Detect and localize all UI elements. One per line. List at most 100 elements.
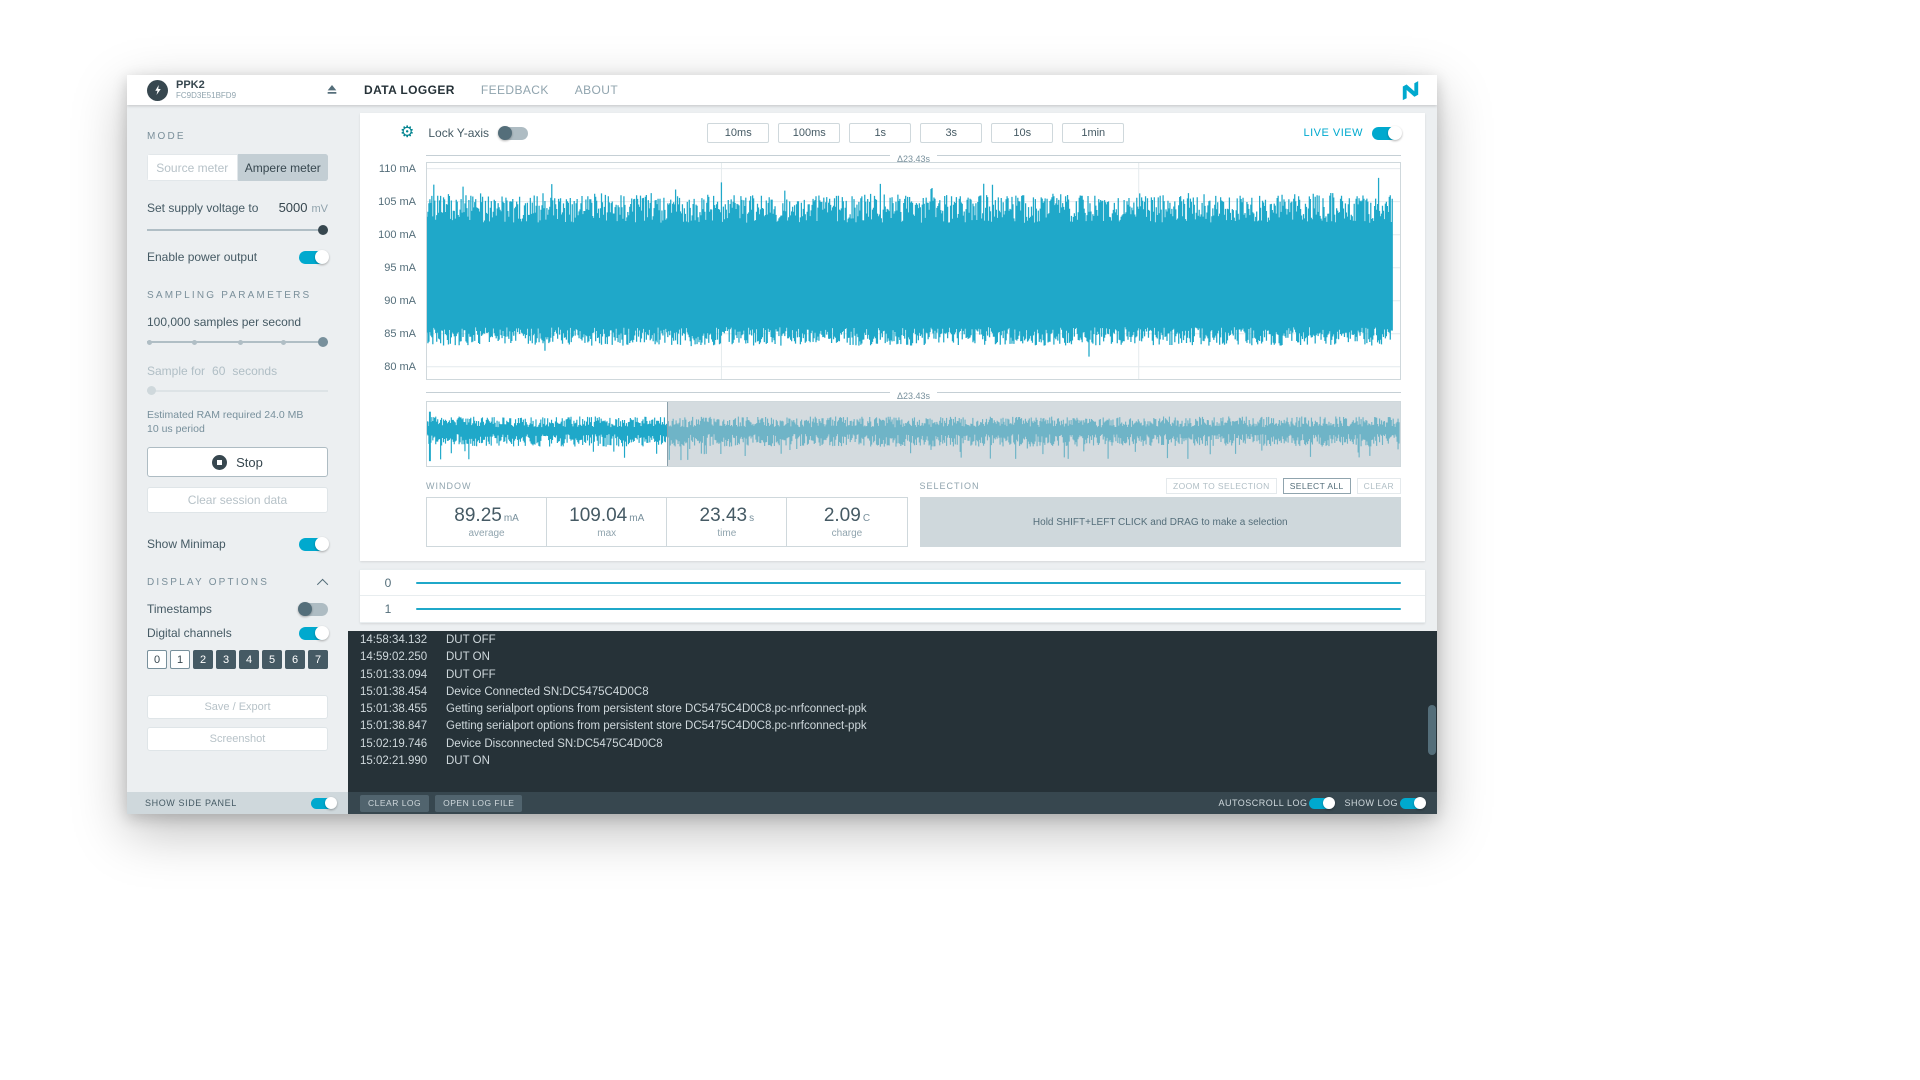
meter-mode-group: Source meter Ampere meter [147, 154, 328, 181]
channel-toggle[interactable]: 2 [193, 650, 213, 669]
window-stats: 89.25mA average 109.04mA max 2 [426, 497, 908, 547]
minimap-selection-overlay[interactable] [667, 402, 1400, 466]
display-options-heading: DISPLAY OPTIONS [147, 577, 328, 588]
enable-power-toggle[interactable] [299, 251, 328, 264]
digital-channel-row: 1 [360, 596, 1425, 623]
log-entry: 14:58:34.132DUT OFF [360, 632, 1417, 649]
window-delta-label: Δ23.43s [426, 149, 1401, 162]
channel-toggle[interactable]: 6 [285, 650, 305, 669]
y-axis-tick-label: 100 mA [378, 229, 416, 241]
lock-y-axis-label: Lock Y-axis [428, 126, 489, 140]
stop-button[interactable]: Stop [147, 447, 328, 477]
lock-y-axis-toggle[interactable] [499, 127, 528, 140]
mode-heading: MODE [147, 131, 328, 142]
minimap[interactable] [426, 401, 1401, 467]
open-log-file-button[interactable]: OPEN LOG FILE [435, 795, 522, 812]
time-range-button[interactable]: 100ms [778, 123, 840, 143]
selection-action-button[interactable]: CLEAR [1357, 478, 1401, 494]
channel-toggle[interactable]: 4 [239, 650, 259, 669]
current-chart-svg [426, 162, 1401, 380]
nav-tab[interactable]: FEEDBACK [481, 83, 549, 97]
y-axis-tick-label: 85 mA [384, 328, 416, 340]
screenshot-button[interactable]: Screenshot [147, 727, 328, 751]
log-timestamp: 15:01:38.455 [360, 701, 446, 718]
clear-session-button[interactable]: Clear session data [147, 487, 328, 513]
device-serial: FC9D3E51BFD9 [176, 92, 324, 100]
channel-toggle[interactable]: 0 [147, 650, 167, 669]
stat-cell: 109.04mA max [546, 498, 666, 546]
source-meter-button[interactable]: Source meter [147, 154, 238, 181]
slider-handle[interactable] [318, 225, 328, 235]
log-message: Getting serialport options from persiste… [446, 720, 867, 732]
show-side-panel-label: SHOW SIDE PANEL [145, 798, 237, 808]
selection-action-button[interactable]: SELECT ALL [1283, 478, 1351, 494]
stat-value-row: 109.04mA [569, 505, 644, 527]
stat-cell: 89.25mA average [427, 498, 546, 546]
timestamps-toggle[interactable] [299, 603, 328, 616]
clear-log-button[interactable]: CLEAR LOG [360, 795, 429, 812]
ram-required-note: Estimated RAM required 24.0 MB [147, 409, 328, 421]
digital-channels-toggle[interactable] [299, 627, 328, 640]
window-stats-column: WINDOW 89.25mA average 109.04mA [426, 479, 908, 547]
channel-toggle[interactable]: 5 [262, 650, 282, 669]
live-view-toggle[interactable] [1372, 127, 1401, 140]
live-view-label: LIVE VIEW [1303, 127, 1363, 139]
supply-voltage-value[interactable]: 5000 [279, 200, 308, 215]
log-scrollbar[interactable] [1428, 705, 1436, 755]
selection-action-button[interactable]: ZOOM TO SELECTION [1166, 478, 1277, 494]
time-range-button[interactable]: 10ms [707, 123, 769, 143]
time-range-button[interactable]: 1s [849, 123, 911, 143]
channel-toggle[interactable]: 3 [216, 650, 236, 669]
supply-voltage-slider[interactable] [147, 224, 328, 236]
log-message: Getting serialport options from persiste… [446, 703, 867, 715]
log-message: DUT ON [446, 651, 490, 663]
device-selector[interactable]: PPK2 FC9D3E51BFD9 [127, 80, 348, 101]
stop-icon [212, 455, 227, 470]
minimap-delta-label: Δ23.43s [426, 386, 1401, 399]
chart-toolbar: ⚙ Lock Y-axis 10ms 100ms 1s 3s 10 [370, 117, 1401, 149]
chart-settings-gear-icon[interactable]: ⚙ [400, 125, 414, 141]
log-message: DUT OFF [446, 669, 496, 681]
show-log-toggle[interactable] [1400, 798, 1425, 809]
eject-device-icon[interactable] [324, 82, 340, 98]
log-message: Device Connected SN:DC5475C4D0C8 [446, 686, 649, 698]
supply-voltage-label: Set supply voltage to [147, 201, 258, 215]
channel-toggle[interactable]: 1 [170, 650, 190, 669]
log-timestamp: 14:58:34.132 [360, 632, 446, 649]
y-axis-tick-label: 95 mA [384, 262, 416, 274]
show-side-panel-toggle[interactable] [311, 798, 336, 809]
show-minimap-toggle[interactable] [299, 538, 328, 551]
y-axis-labels: 110 mA105 mA100 mA95 mA90 mA85 mA80 mA [370, 162, 426, 380]
log-entry: 14:59:02.250DUT ON [360, 649, 1417, 666]
digital-signal-line [416, 608, 1401, 610]
channel-toggle[interactable]: 7 [308, 650, 328, 669]
nav-tab[interactable]: ABOUT [575, 83, 618, 97]
stat-cell: 2.09C charge [786, 498, 906, 546]
ampere-meter-button[interactable]: Ampere meter [238, 154, 329, 181]
current-chart[interactable] [426, 162, 1401, 380]
timestamps-label: Timestamps [147, 602, 212, 616]
y-axis-tick-label: 105 mA [378, 196, 416, 208]
collapse-chevron-icon[interactable] [317, 578, 328, 589]
autoscroll-log-toggle[interactable] [1309, 798, 1334, 809]
supply-voltage-unit: mV [312, 203, 329, 215]
nav-tab[interactable]: DATA LOGGER [364, 83, 455, 97]
digital-channel-number: 1 [360, 602, 416, 616]
sample-rate-slider[interactable] [147, 336, 328, 348]
time-range-button[interactable]: 1min [1062, 123, 1124, 143]
log-entry: 15:01:38.847Getting serialport options f… [360, 718, 1417, 735]
app-header: PPK2 FC9D3E51BFD9 DATA LOGGER FEEDBACK A… [127, 75, 1437, 105]
slider-handle[interactable] [318, 337, 328, 347]
log-message: Device Disconnected SN:DC5475C4D0C8 [446, 738, 663, 750]
time-range-button[interactable]: 10s [991, 123, 1053, 143]
digital-channels-label: Digital channels [147, 626, 232, 640]
time-range-button[interactable]: 3s [920, 123, 982, 143]
log-entry: 15:01:33.094DUT OFF [360, 667, 1417, 684]
show-minimap-label: Show Minimap [147, 537, 226, 551]
time-range-buttons: 10ms 100ms 1s 3s 10s 1min [528, 123, 1303, 143]
save-export-button[interactable]: Save / Export [147, 695, 328, 719]
display-options-label: DISPLAY OPTIONS [147, 577, 269, 588]
stat-value-row: 2.09C [824, 505, 870, 527]
log-timestamp: 14:59:02.250 [360, 649, 446, 666]
stat-value-row: 89.25mA [454, 505, 519, 527]
